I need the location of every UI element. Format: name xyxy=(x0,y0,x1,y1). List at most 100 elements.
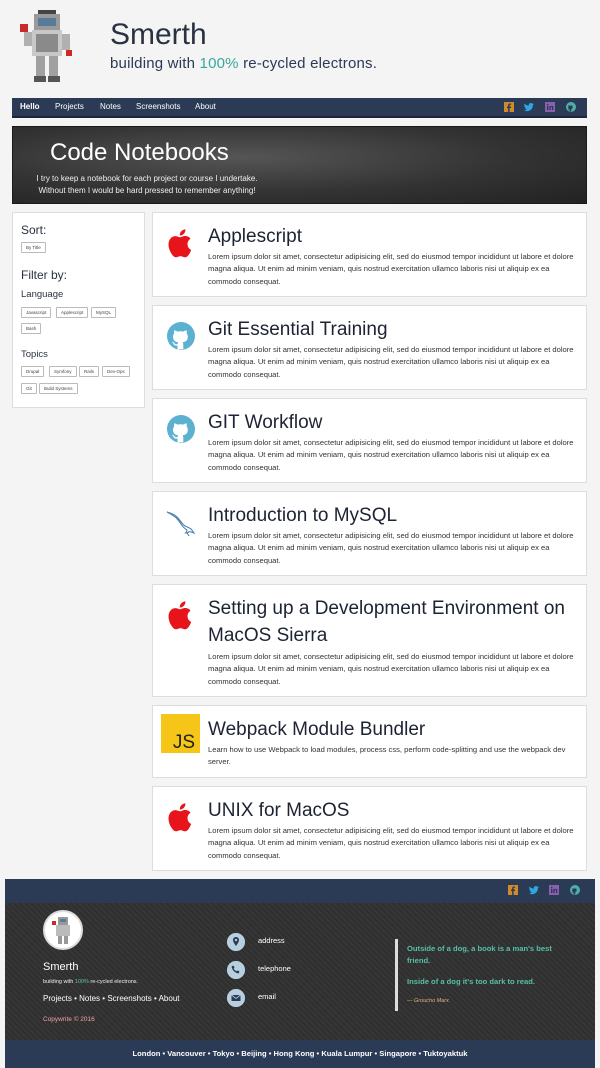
footer-main: Smerth building with 100% re-cycled elec… xyxy=(5,903,595,1040)
city-item: Tokyo xyxy=(212,1049,235,1058)
filter-chip-dev-ops[interactable]: Dev-Ops xyxy=(102,366,130,377)
footer-nav: Projects • Notes • Screenshots • About xyxy=(43,994,180,1003)
filter-chip-symfony[interactable]: Symfony xyxy=(49,366,77,377)
linkedin-icon[interactable] xyxy=(549,885,559,895)
city-item: Beijing xyxy=(241,1049,267,1058)
footer-brand: Smerth xyxy=(43,961,79,973)
envelope-icon xyxy=(227,989,245,1007)
sort-by-title-button[interactable]: By Title xyxy=(21,242,46,253)
card-description: Lorem ipsum dolor sit amet, consectetur … xyxy=(208,345,574,379)
footer-cities-bar: London • Vancouver • Tokyo • Beijing • H… xyxy=(5,1040,595,1068)
tagline-text: building with xyxy=(110,55,200,72)
banner-title: Code Notebooks xyxy=(50,139,229,166)
footer-tagline-text: building with xyxy=(43,979,75,985)
city-item: Singapore xyxy=(379,1049,417,1058)
linkedin-icon[interactable] xyxy=(545,102,555,112)
js-icon: JS xyxy=(161,714,200,753)
footer-link-about[interactable]: About xyxy=(159,994,180,1003)
tagline-text-end: re-cycled electrons. xyxy=(238,55,378,72)
apple-icon xyxy=(168,601,192,630)
notebook-card[interactable]: Setting up a Development Environment on … xyxy=(152,584,587,697)
nav-item-projects[interactable]: Projects xyxy=(55,102,84,111)
phone-icon xyxy=(227,961,245,979)
filter-chip-javascript[interactable]: Javascript xyxy=(21,307,52,318)
filter-chip-git[interactable]: Git xyxy=(21,383,37,394)
card-title[interactable]: Webpack Module Bundler xyxy=(208,716,583,743)
card-description: Learn how to use Webpack to load modules… xyxy=(208,745,566,767)
nav-item-screenshots[interactable]: Screenshots xyxy=(136,102,180,111)
city-item: Tuktoyaktuk xyxy=(423,1049,468,1058)
filter-chip-mysql[interactable]: MySQL xyxy=(91,307,117,318)
main-navbar: Hello Projects Notes Screenshots About xyxy=(12,98,587,118)
notebook-card[interactable]: Applescript Lorem ipsum dolor sit amet, … xyxy=(152,212,587,297)
quote-divider xyxy=(395,939,398,1011)
notebook-card[interactable]: UNIX for MacOS Lorem ipsum dolor sit ame… xyxy=(152,786,587,871)
nav-item-about[interactable]: About xyxy=(195,102,216,111)
topics-label: Topics xyxy=(21,349,48,360)
github-icon xyxy=(167,322,195,350)
notebook-card[interactable]: Git Essential Training Lorem ipsum dolor… xyxy=(152,305,587,390)
robot-logo-icon[interactable] xyxy=(16,10,78,84)
github-icon[interactable] xyxy=(566,102,576,112)
footer-link-screenshots[interactable]: Screenshots xyxy=(107,994,151,1003)
quote-line-1: Outside of a dog, a book is a man's best… xyxy=(407,944,552,965)
nav-item-hello[interactable]: Hello xyxy=(20,102,40,111)
cities-list: London • Vancouver • Tokyo • Beijing • H… xyxy=(132,1049,468,1058)
site-tagline: building with 100% re-cycled electrons. xyxy=(110,55,377,72)
banner-text: I try to keep a notebook for each projec… xyxy=(29,173,265,197)
filter-chip-bash[interactable]: Bash xyxy=(21,323,42,334)
contact-telephone[interactable]: telephone xyxy=(258,964,291,973)
card-description: Lorem ipsum dolor sit amet, consectetur … xyxy=(208,826,574,860)
tagline-percent: 100% xyxy=(199,55,239,72)
js-icon-text: JS xyxy=(173,732,195,753)
card-description: Lorem ipsum dolor sit amet, consectetur … xyxy=(208,652,574,686)
notebook-card[interactable]: Introduction to MySQL Lorem ipsum dolor … xyxy=(152,491,587,576)
facebook-icon[interactable] xyxy=(504,102,514,112)
card-title[interactable]: Applescript xyxy=(208,223,583,250)
github-icon[interactable] xyxy=(570,885,580,895)
mysql-dolphin-icon xyxy=(166,511,196,537)
apple-icon xyxy=(168,803,192,832)
banner-line-1: I try to keep a notebook for each projec… xyxy=(36,174,258,183)
notebook-card[interactable]: GIT Workflow Lorem ipsum dolor sit amet,… xyxy=(152,398,587,483)
city-item: London xyxy=(132,1049,161,1058)
filter-label: Filter by: xyxy=(21,268,68,282)
city-item: Kuala Lumpur xyxy=(321,1049,373,1058)
quote-line-2: Inside of a dog it's too dark to read. xyxy=(407,977,535,986)
card-title[interactable]: Git Essential Training xyxy=(208,316,583,343)
notebook-card[interactable]: JS Webpack Module Bundler Learn how to u… xyxy=(152,705,587,778)
contact-address[interactable]: address xyxy=(258,936,285,945)
footer-social-bar xyxy=(5,879,595,903)
filter-chip-build-systems[interactable]: Build Systems xyxy=(39,383,78,394)
twitter-icon[interactable] xyxy=(524,102,534,112)
twitter-icon[interactable] xyxy=(529,885,539,895)
avatar xyxy=(43,910,83,950)
footer-tagline: building with 100% re-cycled electrons. xyxy=(43,979,138,985)
filter-chip-rails[interactable]: Rails xyxy=(79,366,100,377)
site-title: Smerth xyxy=(110,18,207,51)
page-banner: Code Notebooks I try to keep a notebook … xyxy=(12,126,587,204)
footer-tagline-percent: 100% xyxy=(74,979,89,985)
copyright: Copywrite © 2016 xyxy=(43,1016,95,1023)
filter-chip-drupal[interactable]: Drupal xyxy=(21,366,45,377)
card-title[interactable]: Introduction to MySQL xyxy=(208,502,583,529)
card-title[interactable]: Setting up a Development Environment on … xyxy=(208,595,583,649)
facebook-icon[interactable] xyxy=(508,885,518,895)
city-item: Vancouver xyxy=(167,1049,206,1058)
footer-link-notes[interactable]: Notes xyxy=(79,994,100,1003)
card-title[interactable]: UNIX for MacOS xyxy=(208,797,583,824)
filter-chip-applescript[interactable]: Applescript xyxy=(56,307,89,318)
card-title[interactable]: GIT Workflow xyxy=(208,409,583,436)
footer-link-projects[interactable]: Projects xyxy=(43,994,72,1003)
contact-email[interactable]: email xyxy=(258,992,276,1001)
footer-tagline-text-end: re-cycled electrons. xyxy=(88,979,139,985)
card-description: Lorem ipsum dolor sit amet, consectetur … xyxy=(208,438,574,472)
github-icon xyxy=(167,415,195,443)
robot-avatar-icon xyxy=(52,917,70,944)
site-header: Smerth building with 100% re-cycled elec… xyxy=(0,0,600,96)
nav-item-notes[interactable]: Notes xyxy=(100,102,121,111)
banner-line-2: Without them I would be hard pressed to … xyxy=(38,186,256,195)
location-icon xyxy=(227,933,245,951)
city-item: Hong Kong xyxy=(273,1049,315,1058)
card-description: Lorem ipsum dolor sit amet, consectetur … xyxy=(208,252,574,286)
